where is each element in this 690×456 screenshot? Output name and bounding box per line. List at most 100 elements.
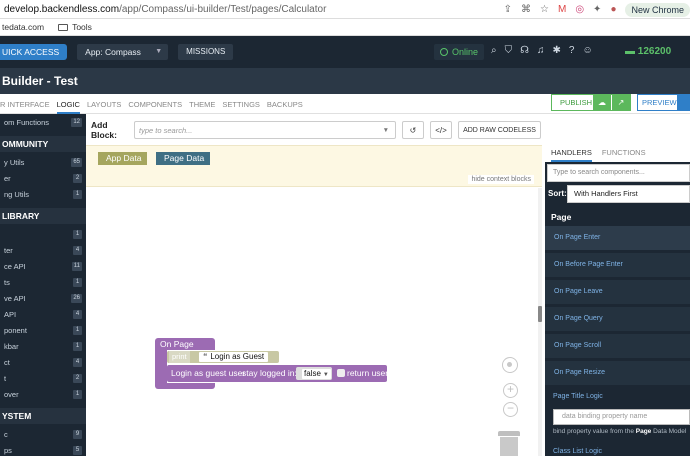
search-icon[interactable]: ⌕	[491, 45, 497, 56]
handler-item[interactable]: On Page Leave	[545, 280, 690, 304]
sidebar-section-title[interactable]: OMMUNITY	[0, 136, 86, 152]
browser-url-bar[interactable]: develop.backendless.com/app/Compass/ui-b…	[0, 0, 690, 19]
quote-icon: ❝	[203, 352, 208, 361]
component-search-input[interactable]: Type to search components...	[547, 164, 690, 182]
tab-settings[interactable]: SETTINGS	[222, 94, 260, 114]
sidebar-item-count: 65	[71, 158, 82, 167]
notification-icon[interactable]: ♫	[537, 45, 545, 56]
star-icon[interactable]: ☆	[540, 4, 549, 15]
sidebar-item[interactable]: ce API 11	[0, 260, 86, 273]
zoom-in-icon[interactable]: +	[503, 383, 518, 398]
sidebar-item[interactable]: ve API 26	[0, 292, 86, 305]
user-icon[interactable]: ☺	[582, 45, 592, 56]
credits-balance[interactable]: ▬ 126200	[625, 46, 671, 57]
logic-workspace[interactable]	[86, 188, 542, 456]
trash-can	[500, 437, 518, 456]
app-data-block[interactable]: App Data	[98, 152, 148, 165]
bookmark-folder-tools[interactable]: Tools	[58, 22, 92, 32]
history-button[interactable]: ↺	[402, 121, 424, 139]
event-block-footer	[155, 383, 215, 389]
sidebar-item[interactable]: ct 4	[0, 356, 86, 369]
binding-property-input[interactable]: data binding property name	[553, 409, 690, 425]
hide-context-blocks-link[interactable]: hide context blocks	[468, 175, 534, 184]
sidebar-item-label: ve API	[4, 294, 26, 303]
device-icon[interactable]	[676, 95, 689, 110]
context-blocks-area: App Data Page Data hide context blocks	[86, 145, 542, 187]
handler-item[interactable]: On Page Resize	[545, 361, 690, 385]
page-data-block[interactable]: Page Data	[156, 152, 211, 165]
sidebar-item[interactable]: t2	[0, 372, 86, 385]
help-icon[interactable]: ?	[569, 45, 575, 56]
extension-yarn-icon[interactable]: ◎	[575, 4, 584, 15]
sidebar-item[interactable]: kbar 1	[0, 340, 86, 353]
handler-item[interactable]: On Page Enter	[545, 226, 690, 250]
support-icon[interactable]: ☊	[520, 45, 529, 56]
extension-gmail-icon[interactable]: M	[558, 4, 566, 15]
sidebar-item-count: 1	[73, 342, 82, 351]
missions-button[interactable]: MISSIONS	[178, 44, 234, 60]
return-user-checkbox[interactable]	[337, 369, 345, 377]
quick-access-button[interactable]: UICK ACCESS	[0, 44, 68, 60]
translate-icon[interactable]: ⌘	[521, 4, 531, 15]
publish-label: PUBLISH	[560, 98, 593, 107]
sidebar-item[interactable]: om Functions 12	[0, 116, 86, 129]
url-text[interactable]: develop.backendless.com/app/Compass/ui-b…	[0, 4, 326, 15]
sidebar-item[interactable]: ps 5	[0, 444, 86, 456]
chevron-down-icon: ▼	[382, 127, 389, 134]
sidebar-item[interactable]: over 1	[0, 388, 86, 401]
extensions-icon[interactable]: ✦	[593, 4, 601, 15]
string-block[interactable]: ❝ Login as Guest	[199, 352, 269, 362]
sidebar-item[interactable]: c9	[0, 428, 86, 441]
new-chrome-button[interactable]: New Chrome	[625, 2, 690, 17]
boolean-dropdown[interactable]: false ▼	[302, 369, 331, 379]
app-selector[interactable]: App: Compass ▼	[77, 44, 169, 60]
recenter-icon[interactable]	[502, 357, 518, 373]
sidebar-item[interactable]: y Utils 65	[0, 156, 86, 169]
page-title-logic[interactable]: Page Title Logic	[553, 393, 603, 400]
tab-layouts[interactable]: LAYOUTS	[87, 94, 121, 114]
profile-avatar[interactable]: ●	[610, 4, 616, 15]
sidebar-item[interactable]: ts 1	[0, 276, 86, 289]
sidebar-section-title[interactable]: YSTEM	[0, 408, 86, 424]
tab-user-interface[interactable]: R INTERFACE	[0, 94, 50, 114]
bookmark-item[interactable]: tedata.com	[2, 22, 44, 32]
sort-select[interactable]: With Handlers First	[567, 185, 690, 203]
handler-item[interactable]: On Page Scroll	[545, 334, 690, 358]
add-raw-codeless-button[interactable]: ADD RAW CODELESS	[458, 121, 541, 139]
handler-item[interactable]: On Page Query	[545, 307, 690, 331]
sidebar-item[interactable]: API 4	[0, 308, 86, 321]
sidebar-item[interactable]: 1	[0, 228, 86, 241]
handler-item[interactable]: On Before Page Enter	[545, 253, 690, 277]
sidebar-item-count: 1	[73, 190, 82, 199]
tab-functions[interactable]: FUNCTIONS	[602, 146, 646, 162]
sidebar-item[interactable]: ng Utils 1	[0, 188, 86, 201]
sidebar-item[interactable]: ter 4	[0, 244, 86, 257]
code-view-button[interactable]: </>	[430, 121, 452, 139]
sidebar-item[interactable]: ponent 1	[0, 324, 86, 337]
tab-backups[interactable]: BACKUPS	[267, 94, 303, 114]
preview-button[interactable]: PREVIEW	[637, 94, 690, 111]
slack-icon[interactable]: ✱	[553, 45, 561, 56]
tab-logic[interactable]: LOGIC	[56, 94, 80, 114]
tab-components[interactable]: COMPONENTS	[128, 94, 182, 114]
share-icon[interactable]: ⇪	[504, 4, 512, 15]
sidebar-item-label: c	[4, 430, 8, 439]
sidebar-item[interactable]: er 2	[0, 172, 86, 185]
shield-icon[interactable]: ⛉	[505, 45, 513, 56]
publish-button[interactable]: PUBLISH ☁ ↗	[551, 94, 631, 111]
zoom-out-icon[interactable]: −	[503, 402, 518, 417]
sidebar-item-label: ce API	[4, 262, 26, 271]
sidebar-section-title[interactable]: LIBRARY	[0, 208, 86, 224]
block-search-input[interactable]: type to search... ▼	[134, 121, 396, 139]
tab-handlers[interactable]: HANDLERS	[551, 146, 592, 162]
cloud-download-icon[interactable]: ☁	[592, 95, 611, 110]
login-as-guest-label: Login as guest user	[171, 368, 246, 378]
string-value[interactable]: Login as Guest	[210, 352, 264, 361]
trash-icon[interactable]	[498, 431, 520, 456]
functions-sidebar: om Functions 12 OMMUNITY y Utils 65 er 2 ng Uti…	[0, 114, 86, 456]
binding-desc-post: Data Model	[653, 428, 687, 435]
tab-theme[interactable]: THEME	[189, 94, 215, 114]
external-link-icon[interactable]: ↗	[611, 95, 630, 110]
class-list-logic[interactable]: Class List Logic	[553, 448, 602, 455]
sidebar-item-count: 11	[71, 262, 82, 271]
